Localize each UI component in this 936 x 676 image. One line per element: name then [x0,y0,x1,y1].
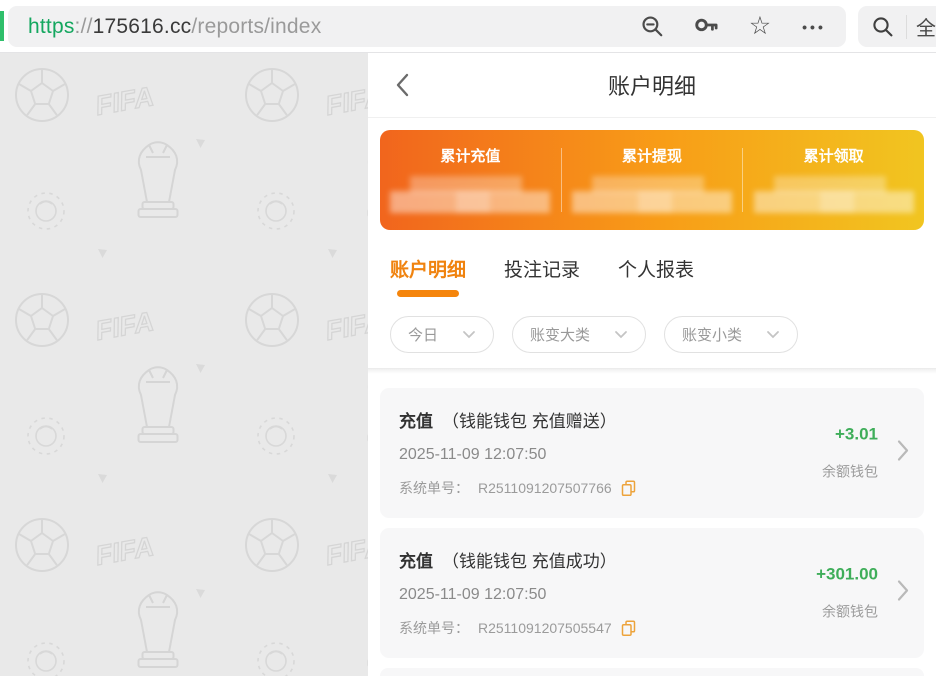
summary-claimed-value-masked [750,174,918,218]
transaction-wallet: 余额钱包 [822,462,878,482]
transaction-right: +3.01 余额钱包 [822,425,878,482]
transaction-row[interactable]: 充值 （钱能钱包 充值赠送） 2025-11-09 12:07:50 系统单号： R… [380,388,924,518]
url-scheme: https [28,15,75,38]
address-bar[interactable]: https://175616.cc/reports/index ☆ [8,6,846,47]
summary-deposit: 累计充值 [380,143,561,218]
panel-header: 账户明细 [368,53,936,118]
transaction-wallet: 余额钱包 [816,602,878,622]
transaction-amount: +3.01 [822,425,878,445]
back-button[interactable] [394,71,411,99]
url-text[interactable]: https://175616.cc/reports/index [28,15,321,39]
tab-bet-records[interactable]: 投注记录 [504,255,580,299]
transaction-row-partial[interactable] [380,668,924,676]
search-icon [869,13,897,41]
key-icon[interactable] [692,13,720,41]
transaction-amount: +301.00 [816,565,878,585]
tab-personal-report[interactable]: 个人报表 [618,255,694,299]
copy-icon[interactable] [621,620,636,637]
transaction-right: +301.00 余额钱包 [816,565,878,622]
transaction-type: 充值 [399,552,433,571]
transaction-desc: （钱能钱包 充值赠送） [442,412,617,431]
order-label: 系统单号： [399,478,469,498]
fifa-wallpaper: FIFA [0,53,368,676]
chevron-right-icon[interactable] [897,440,909,467]
url-domain: 175616.cc [93,15,192,38]
filter-minor-category-dropdown[interactable]: 账变小类 [664,316,798,353]
report-tabs: 账户明细 投注记录 个人报表 [368,255,936,299]
order-number: R2511091207505547 [478,620,612,636]
zoom-out-icon[interactable] [638,13,666,41]
summary-deposit-label: 累计充值 [380,145,561,166]
transaction-datetime: 2025-11-09 12:07:50 [399,586,774,604]
page-body: FIFA [0,53,936,676]
transaction-order-row: 系统单号： R2511091207505547 [399,618,774,638]
transaction-order-row: 系统单号： R2511091207507766 [399,478,774,498]
filter-date-dropdown[interactable]: 今日 [390,316,494,353]
transaction-type: 充值 [399,412,433,431]
chevron-down-icon [462,330,476,339]
filter-major-category-dropdown[interactable]: 账变大类 [512,316,646,353]
filter-bar: 今日 账变大类 账变小类 [368,299,936,368]
copy-icon[interactable] [621,480,636,497]
transaction-desc: （钱能钱包 充值成功） [442,552,617,571]
chevron-right-icon[interactable] [897,580,909,607]
browser-search-box[interactable]: 全运 [858,6,936,47]
transaction-row[interactable]: 充值 （钱能钱包 充值成功） 2025-11-09 12:07:50 系统单号： R… [380,528,924,658]
reports-panel: 账户明细 累计充值 累计提现 累计领取 账户明细 投注记录 个人报表 [368,53,936,676]
summary-card: 累计充值 累计提现 累计领取 [380,130,924,230]
transaction-list: 充值 （钱能钱包 充值赠送） 2025-11-09 12:07:50 系统单号： R… [368,374,936,676]
more-icon[interactable]: ••• [800,13,828,41]
search-query[interactable]: 全运 [916,12,936,41]
summary-withdraw-label: 累计提现 [562,145,743,166]
page-title: 账户明细 [608,69,696,101]
chevron-down-icon [614,330,628,339]
url-separator: :// [75,15,93,38]
chevron-down-icon [766,330,780,339]
summary-claimed-label: 累计领取 [743,145,924,166]
summary-deposit-value-masked [386,174,554,218]
search-divider [906,15,907,39]
address-bar-actions: ☆ ••• [638,13,828,41]
star-icon[interactable]: ☆ [746,13,774,41]
summary-claimed: 累计领取 [743,143,924,218]
tab-account-details[interactable]: 账户明细 [390,255,466,299]
extension-icon [0,11,4,41]
url-path: /reports/index [191,15,321,38]
transaction-title: 充值 （钱能钱包 充值成功） [399,547,774,572]
summary-withdraw-value-masked [568,174,736,218]
summary-withdraw: 累计提现 [562,143,743,218]
transaction-datetime: 2025-11-09 12:07:50 [399,446,774,464]
order-number: R2511091207507766 [478,480,612,496]
order-label: 系统单号： [399,618,469,638]
transaction-title: 充值 （钱能钱包 充值赠送） [399,407,774,432]
fifa-pattern-graphic: FIFA [0,53,368,676]
browser-toolbar: https://175616.cc/reports/index ☆ [0,0,936,53]
